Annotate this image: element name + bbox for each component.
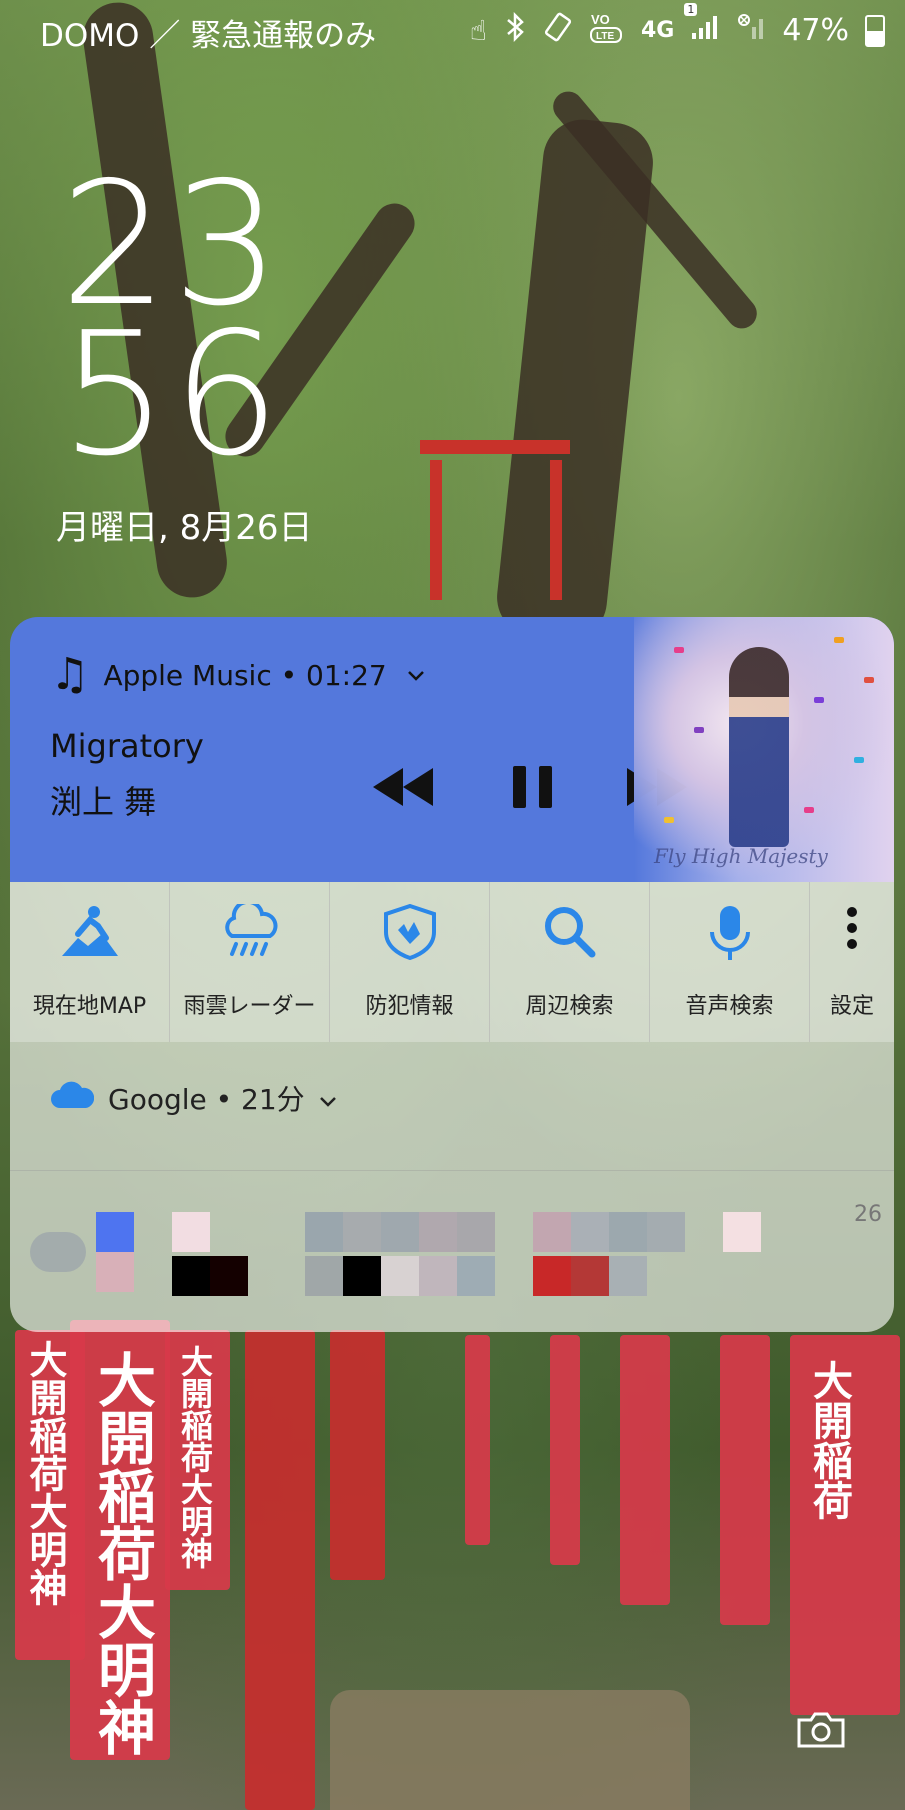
shortcut-settings[interactable]: 設定 bbox=[810, 882, 894, 1042]
shortcut-voice-search[interactable]: 音声検索 bbox=[650, 882, 810, 1042]
shortcut-map[interactable]: 現在地MAP bbox=[10, 882, 170, 1042]
signal-off-icon bbox=[736, 13, 766, 48]
album-art: Fly High Majesty bbox=[634, 617, 894, 882]
shortcut-label: 現在地MAP bbox=[32, 994, 147, 1019]
lockscreen-clock: 23 56 bbox=[60, 160, 285, 494]
battery-icon bbox=[865, 14, 885, 47]
card-divider bbox=[10, 1170, 894, 1171]
hiking-person-icon bbox=[58, 904, 122, 964]
camera-button[interactable] bbox=[795, 1710, 847, 1750]
album-caption: Fly High Majesty bbox=[654, 844, 828, 868]
shortcut-crime-info[interactable]: 防犯情報 bbox=[330, 882, 490, 1042]
search-icon bbox=[538, 904, 602, 964]
album-art-figure bbox=[729, 647, 789, 847]
music-notification[interactable]: ♫ Apple Music • 01:27 Migratory 渕上 舞 Fly… bbox=[10, 617, 894, 882]
music-app-row[interactable]: ♫ Apple Music • 01:27 bbox=[50, 653, 425, 697]
shortcut-label: 周辺検索 bbox=[525, 994, 614, 1019]
rain-cloud-icon bbox=[218, 899, 282, 964]
shortcut-label: 設定 bbox=[829, 994, 874, 1019]
shortcut-nearby-search[interactable]: 周辺検索 bbox=[490, 882, 650, 1042]
clock-date: 月曜日, 8月26日 bbox=[56, 508, 313, 548]
chevron-down-icon[interactable] bbox=[319, 1082, 337, 1115]
bluetooth-icon bbox=[503, 11, 527, 49]
battery-percent: 47% bbox=[782, 13, 849, 48]
rotate-icon bbox=[543, 12, 573, 49]
track-artist: 渕上 舞 bbox=[50, 783, 157, 821]
pause-icon bbox=[513, 766, 552, 808]
google-header-label: Google • 21分 bbox=[108, 1083, 305, 1116]
shortcut-label: 音声検索 bbox=[685, 994, 774, 1019]
signal-icon: 1 bbox=[684, 3, 720, 48]
svg-text:LTE: LTE bbox=[596, 31, 614, 42]
clock-minutes: 56 bbox=[60, 296, 285, 494]
carrier-label: DOMO ／ 緊急通報のみ bbox=[40, 18, 377, 54]
status-bar: DOMO ／ 緊急通報のみ ☝ VO LTE 4G 1 47% bbox=[0, 0, 905, 60]
pause-button[interactable] bbox=[498, 757, 568, 817]
shield-icon bbox=[378, 903, 442, 964]
shortcut-rain-radar[interactable]: 雨雲レーダー bbox=[170, 882, 330, 1042]
shortcut-label: 防犯情報 bbox=[365, 994, 454, 1019]
rewind-icon bbox=[373, 768, 433, 806]
touch-icon: ☝ bbox=[469, 14, 487, 47]
camera-icon bbox=[797, 1712, 845, 1748]
chevron-down-icon[interactable] bbox=[407, 663, 425, 688]
track-title: Migratory bbox=[50, 727, 204, 765]
previous-button[interactable] bbox=[368, 757, 438, 817]
sim-badge: 1 bbox=[684, 3, 698, 16]
more-vert-icon bbox=[842, 904, 862, 958]
svg-text:VO: VO bbox=[591, 12, 610, 27]
redacted-content bbox=[60, 1212, 880, 1302]
music-app-label: Apple Music • 01:27 bbox=[103, 658, 387, 692]
microphone-icon bbox=[698, 904, 762, 968]
shortcut-row: 現在地MAP 雨雲レーダー 防犯情報 周辺検索 音声検索 設定 bbox=[10, 882, 894, 1042]
shortcut-label: 雨雲レーダー bbox=[183, 994, 316, 1019]
4g-icon: 4G bbox=[640, 18, 675, 43]
music-note-icon: ♫ bbox=[50, 649, 90, 700]
volte-icon: VO LTE bbox=[589, 10, 625, 51]
cloud-icon bbox=[50, 1080, 95, 1117]
google-header[interactable]: Google • 21分 bbox=[50, 1078, 337, 1118]
google-notification[interactable]: Google • 21分 26 bbox=[10, 1042, 894, 1332]
